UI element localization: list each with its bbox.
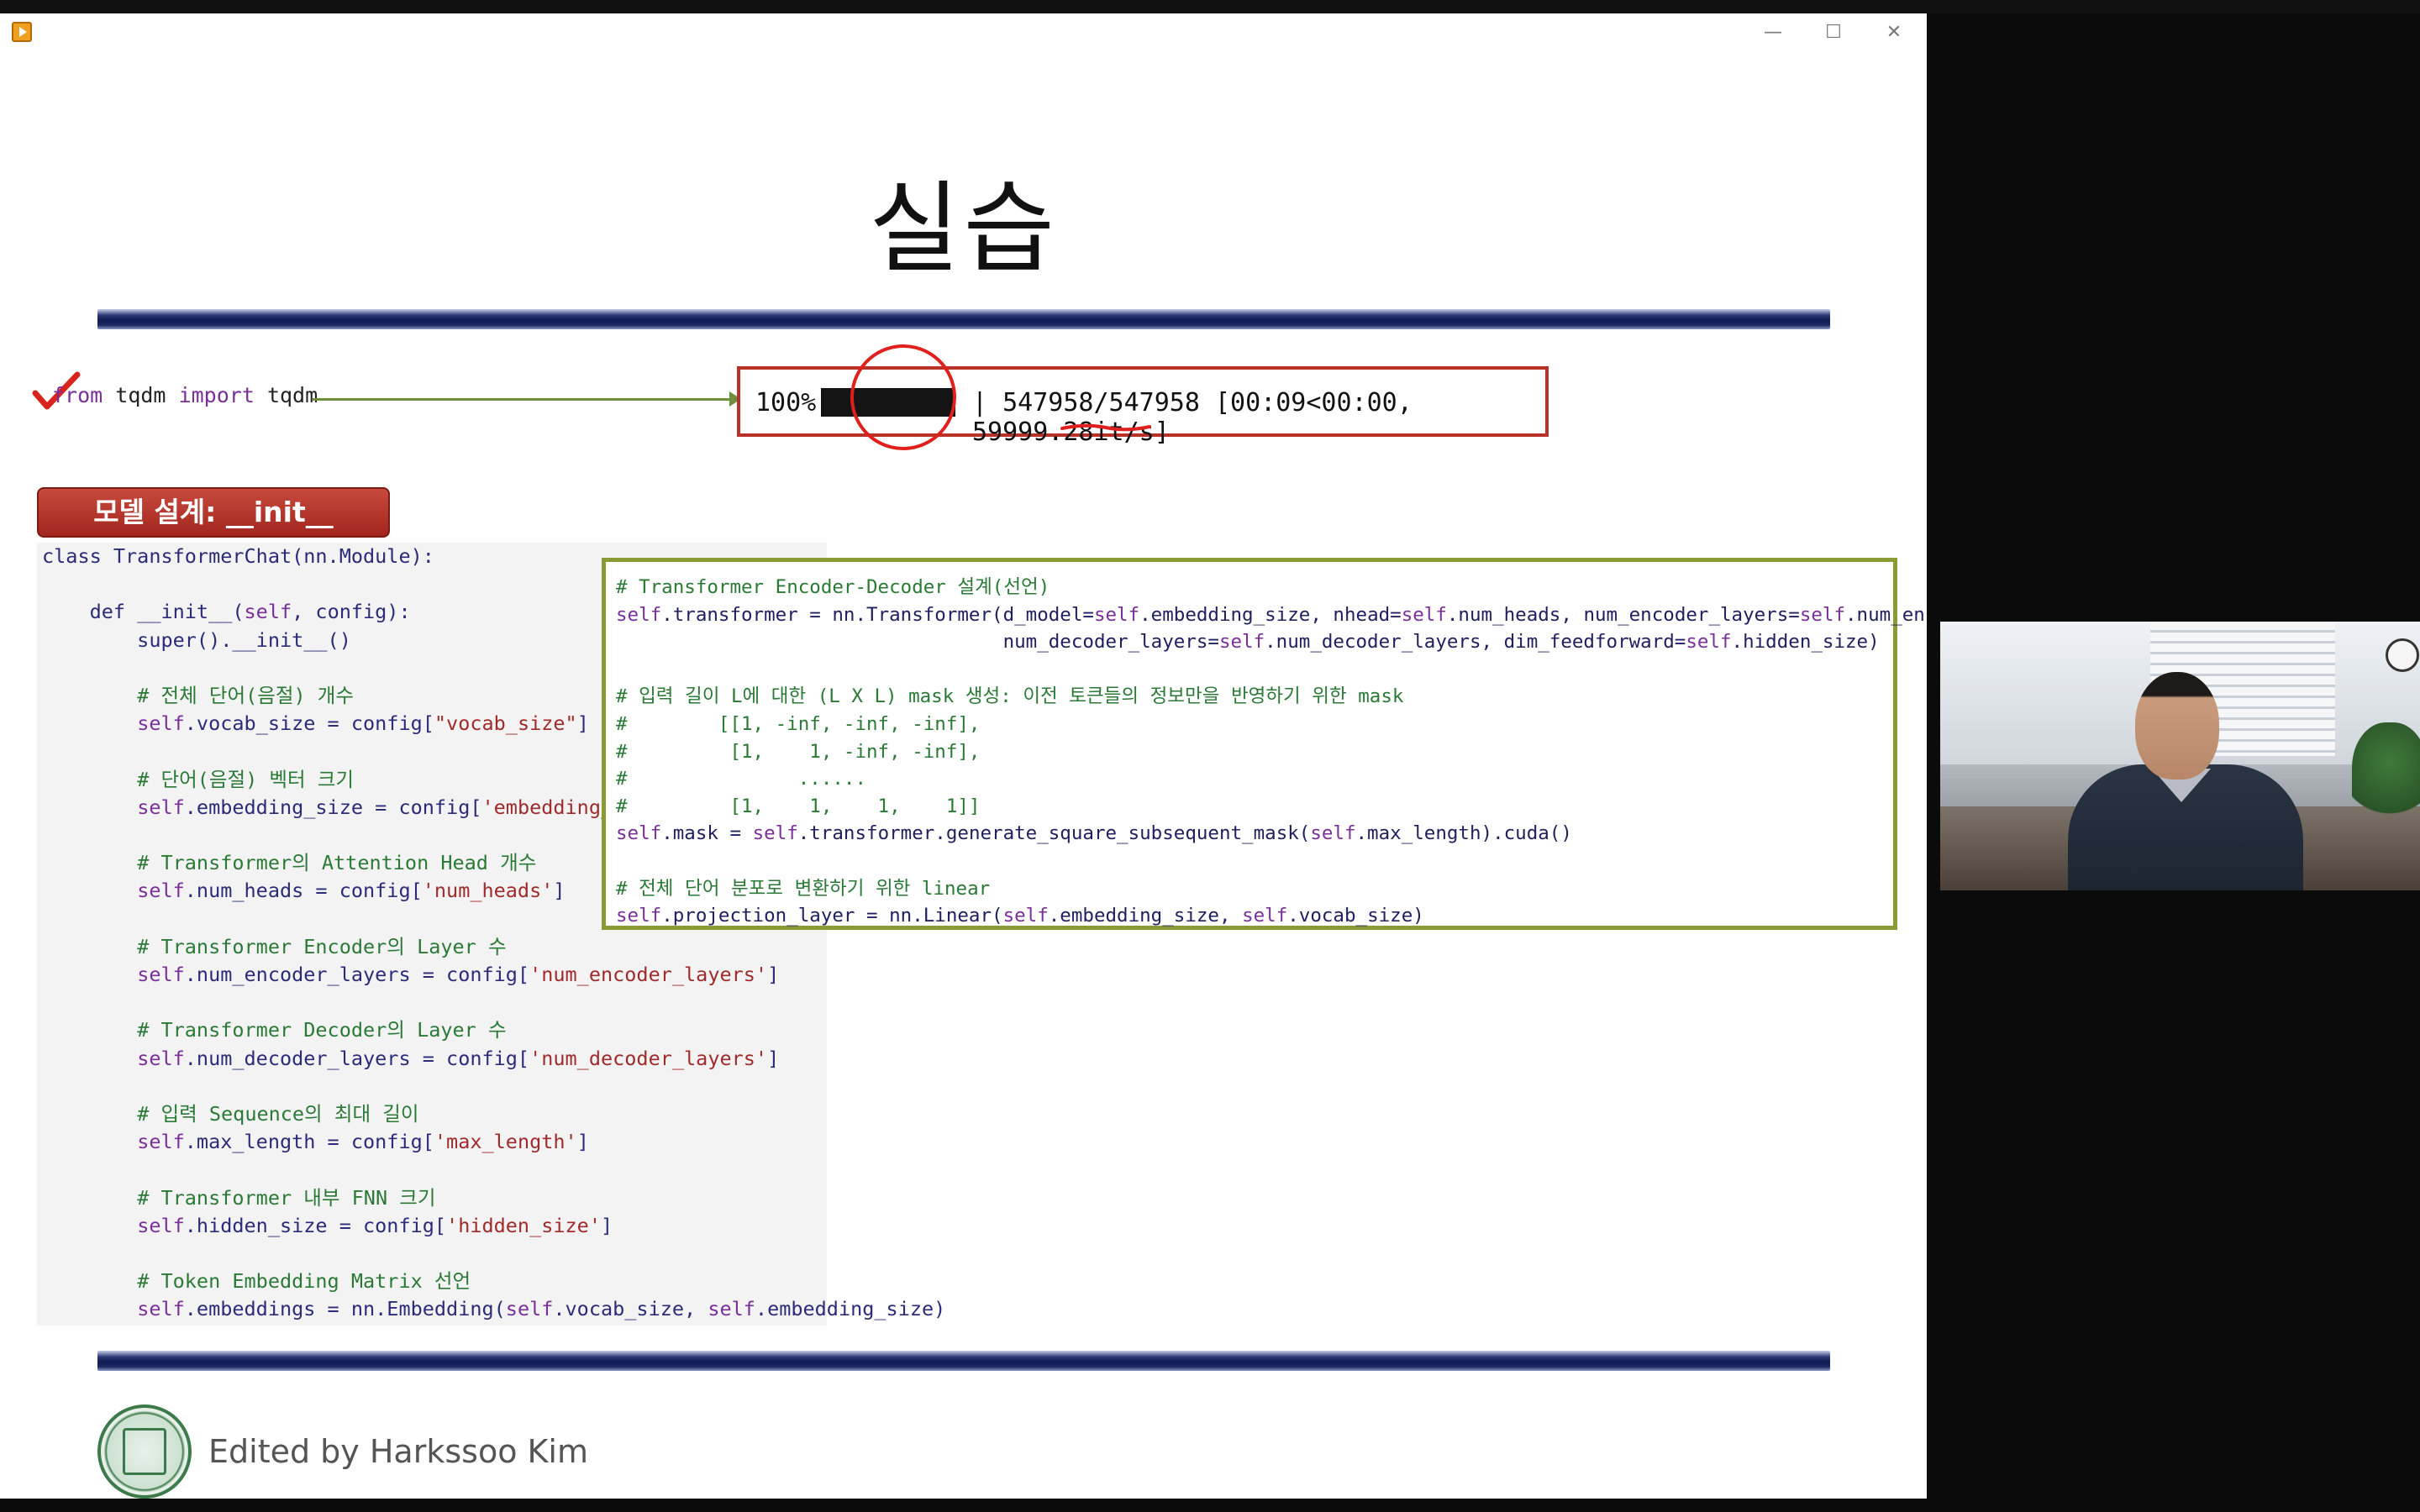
code-line: self.mask = self.transformer.generate_sq… [616, 822, 1572, 845]
progress-stats: | 547958/547958 [00:09<00:00, 59999.28it… [972, 388, 1413, 447]
code-line: # ...... [616, 768, 867, 790]
code-line: # 입력 길이 L에 대한 (L X L) mask 생성: 이전 토큰들의 정… [616, 685, 1404, 708]
code-line: self.transformer = nn.Transformer(d_mode… [616, 603, 1927, 626]
keyword-import: import [178, 383, 255, 407]
presenter-head [2135, 672, 2219, 780]
code-line: # Transformer Encoder-Decoder 설계(선언) [616, 576, 1050, 598]
keyword-from: from [52, 383, 103, 407]
university-seal-icon [97, 1404, 192, 1499]
code-line: # [1, 1, 1, 1]] [616, 795, 981, 817]
code-line: num_decoder_layers=self.num_decoder_laye… [616, 631, 1880, 654]
code-line: # 입력 Sequence의 최대 길이 [137, 1102, 419, 1126]
code-line: self.num_decoder_layers = config['num_de… [137, 1046, 780, 1070]
annotation-circle [843, 337, 964, 458]
top-screen-strip [0, 0, 2420, 13]
code-line: self.hidden_size = config['hidden_size'] [137, 1213, 613, 1237]
footer-author: Edited by Harkssoo Kim [208, 1433, 589, 1470]
code-line: self.max_length = config['max_length'] [137, 1130, 589, 1154]
code-line: self.num_encoder_layers = config['num_en… [137, 963, 780, 987]
code-line: # Transformer 내부 FNN 크기 [137, 1185, 436, 1210]
code-line: self.embeddings = nn.Embedding(self.voca… [137, 1297, 946, 1321]
bottom-divider-bar [97, 1351, 1830, 1371]
slide-title: 실습 [868, 171, 1059, 286]
maximize-button[interactable]: ☐ [1817, 20, 1850, 45]
annotation-underline [1060, 423, 1151, 432]
webcam-video-feed[interactable] [1940, 622, 2420, 890]
minimize-button[interactable]: — [1756, 20, 1790, 45]
close-button[interactable]: ✕ [1877, 20, 1911, 45]
module-name: tqdm [115, 383, 166, 407]
code-line: # Transformer Encoder의 Layer 수 [137, 934, 507, 958]
import-statement: from tqdm import tqdm [52, 383, 318, 407]
code-line: # [1, 1, -inf, -inf], [616, 740, 981, 763]
top-divider-bar [97, 309, 1830, 329]
code-line: self.projection_layer = nn.Linear(self.e… [616, 905, 1424, 927]
code-line: # [[1, -inf, -inf, -inf], [616, 712, 981, 735]
code-overlay-text: # Transformer Encoder-Decoder 설계(선언) self… [616, 574, 1927, 930]
code-block-transformer-overlay: # Transformer Encoder-Decoder 설계(선언) self… [602, 558, 1927, 930]
plant-icon [2352, 722, 2420, 823]
imported-name: tqdm [266, 383, 318, 407]
presentation-window: — ☐ ✕ 실습 from tqdm import tqdm 100% | 54… [0, 13, 1927, 1499]
code-line: # Token Embedding Matrix 선언 [137, 1269, 471, 1294]
wall-clock-icon [2386, 638, 2419, 672]
code-line: # 전체 단어 분포로 변환하기 위한 linear [616, 877, 991, 900]
video-player-icon[interactable] [12, 22, 32, 42]
arrow-connector [313, 398, 734, 401]
section-title-badge: 모델 설계: __init__ [37, 487, 390, 538]
progress-percent: 100% [755, 388, 817, 417]
code-line: # Transformer Decoder의 Layer 수 [137, 1018, 507, 1042]
